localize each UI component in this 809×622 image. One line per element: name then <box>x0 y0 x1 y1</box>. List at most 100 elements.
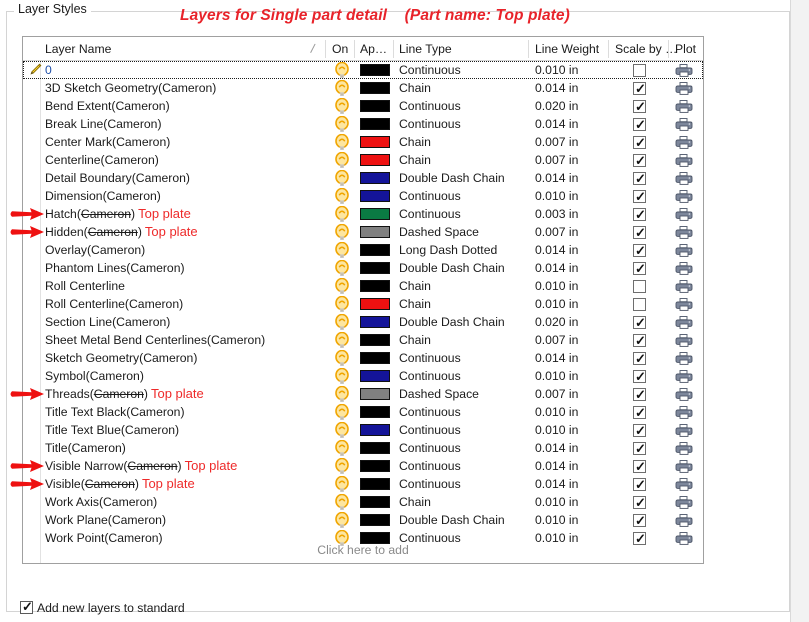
cell-line-type[interactable]: Continuous <box>399 115 461 133</box>
cell-layer-name[interactable]: Roll Centerline(Cameron) <box>45 295 183 313</box>
cell-appearance-color-swatch[interactable] <box>360 496 390 508</box>
cell-appearance-color-swatch[interactable] <box>360 154 390 166</box>
cell-plot-printer-icon[interactable] <box>675 476 693 492</box>
cell-plot-printer-icon[interactable] <box>675 206 693 222</box>
cell-plot-printer-icon[interactable] <box>675 242 693 258</box>
cell-appearance-color-swatch[interactable] <box>360 118 390 130</box>
cell-plot-printer-icon[interactable] <box>675 296 693 312</box>
cell-scale-by-checkbox[interactable]: ✓ <box>633 99 646 114</box>
table-row[interactable]: 3D Sketch Geometry(Cameron) Chain 0.014 in… <box>23 79 703 97</box>
cell-on-lightbulb-icon[interactable] <box>332 349 352 367</box>
cell-appearance-color-swatch[interactable] <box>360 316 390 328</box>
cell-plot-printer-icon[interactable] <box>675 116 693 132</box>
cell-plot-printer-icon[interactable] <box>675 224 693 240</box>
table-row[interactable]: Phantom Lines(Cameron) Double Dash Chain 0… <box>23 259 703 277</box>
cell-scale-by-checkbox[interactable]: ✓ <box>633 477 646 492</box>
cell-line-weight[interactable]: 0.007 in <box>535 331 578 349</box>
cell-plot-printer-icon[interactable] <box>675 332 693 348</box>
cell-layer-name[interactable]: Centerline(Cameron) <box>45 151 159 169</box>
cell-scale-by-checkbox[interactable]: ✓ <box>633 405 646 420</box>
cell-layer-name[interactable]: Dimension(Cameron) <box>45 187 161 205</box>
cell-line-weight[interactable]: 0.007 in <box>535 151 578 169</box>
cell-appearance-color-swatch[interactable] <box>360 406 390 418</box>
cell-line-type[interactable]: Continuous <box>399 457 461 475</box>
cell-layer-name[interactable]: Threads(Cameron) Top plate <box>45 385 204 403</box>
cell-scale-by-checkbox[interactable]: ✓ <box>633 351 646 366</box>
table-row[interactable]: 0 Continuous 0.010 in <box>23 61 703 79</box>
cell-scale-by-checkbox[interactable]: ✓ <box>633 459 646 474</box>
cell-layer-name[interactable]: Symbol(Cameron) <box>45 367 144 385</box>
cell-line-weight[interactable]: 0.010 in <box>535 295 578 313</box>
table-row[interactable]: Visible(Cameron) Top plate Continuous 0.014… <box>23 475 703 493</box>
cell-scale-by-checkbox[interactable] <box>633 64 646 77</box>
table-row[interactable]: Overlay(Cameron) Long Dash Dotted 0.014 in… <box>23 241 703 259</box>
cell-line-type[interactable]: Continuous <box>399 205 461 223</box>
cell-scale-by-checkbox[interactable]: ✓ <box>633 261 646 276</box>
add-layer-row[interactable]: Click here to add <box>23 541 703 559</box>
cell-line-type[interactable]: Continuous <box>399 367 461 385</box>
cell-line-weight[interactable]: 0.007 in <box>535 223 578 241</box>
cell-plot-printer-icon[interactable] <box>675 170 693 186</box>
cell-appearance-color-swatch[interactable] <box>360 280 390 292</box>
cell-line-type[interactable]: Continuous <box>399 421 461 439</box>
table-row[interactable]: Section Line(Cameron) Double Dash Chain 0.… <box>23 313 703 331</box>
cell-appearance-color-swatch[interactable] <box>360 460 390 472</box>
cell-line-weight[interactable]: 0.020 in <box>535 97 578 115</box>
cell-plot-printer-icon[interactable] <box>675 152 693 168</box>
cell-line-weight[interactable]: 0.010 in <box>535 493 578 511</box>
cell-on-lightbulb-icon[interactable] <box>332 241 352 259</box>
cell-line-type[interactable]: Continuous <box>399 439 461 457</box>
cell-line-weight[interactable]: 0.014 in <box>535 475 578 493</box>
cell-layer-name[interactable]: 0 <box>45 61 52 79</box>
cell-layer-name[interactable]: 3D Sketch Geometry(Cameron) <box>45 79 216 97</box>
cell-scale-by-checkbox[interactable]: ✓ <box>633 225 646 240</box>
cell-line-type[interactable]: Chain <box>399 331 431 349</box>
cell-scale-by-checkbox[interactable]: ✓ <box>633 171 646 186</box>
cell-layer-name[interactable]: Hidden(Cameron) Top plate <box>45 223 198 241</box>
cell-scale-by-checkbox[interactable]: ✓ <box>633 135 646 150</box>
cell-on-lightbulb-icon[interactable] <box>332 313 352 331</box>
cell-line-weight[interactable]: 0.014 in <box>535 259 578 277</box>
cell-layer-name[interactable]: Section Line(Cameron) <box>45 313 170 331</box>
cell-line-type[interactable]: Double Dash Chain <box>399 511 505 529</box>
cell-line-type[interactable]: Double Dash Chain <box>399 169 505 187</box>
cell-appearance-color-swatch[interactable] <box>360 370 390 382</box>
header-layer-name[interactable]: Layer Name <box>45 37 111 61</box>
cell-appearance-color-swatch[interactable] <box>360 244 390 256</box>
cell-scale-by-checkbox[interactable]: ✓ <box>633 153 646 168</box>
cell-appearance-color-swatch[interactable] <box>360 136 390 148</box>
cell-scale-by-checkbox[interactable]: ✓ <box>633 495 646 510</box>
cell-on-lightbulb-icon[interactable] <box>332 151 352 169</box>
cell-on-lightbulb-icon[interactable] <box>332 475 352 493</box>
cell-line-type[interactable]: Dashed Space <box>399 223 479 241</box>
cell-on-lightbulb-icon[interactable] <box>332 223 352 241</box>
cell-layer-name[interactable]: Detail Boundary(Cameron) <box>45 169 190 187</box>
cell-scale-by-checkbox[interactable]: ✓ <box>633 207 646 222</box>
table-row[interactable]: Threads(Cameron) Top plate Dashed Space 0.0… <box>23 385 703 403</box>
cell-line-type[interactable]: Chain <box>399 133 431 151</box>
cell-on-lightbulb-icon[interactable] <box>332 277 352 295</box>
cell-line-type[interactable]: Continuous <box>399 349 461 367</box>
cell-on-lightbulb-icon[interactable] <box>332 79 352 97</box>
cell-layer-name[interactable]: Title Text Black(Cameron) <box>45 403 185 421</box>
cell-on-lightbulb-icon[interactable] <box>332 385 352 403</box>
cell-line-weight[interactable]: 0.010 in <box>535 403 578 421</box>
cell-plot-printer-icon[interactable] <box>675 260 693 276</box>
table-row[interactable]: Visible Narrow(Cameron) Top plate Continuo… <box>23 457 703 475</box>
cell-line-type[interactable]: Continuous <box>399 97 461 115</box>
cell-appearance-color-swatch[interactable] <box>360 424 390 436</box>
cell-appearance-color-swatch[interactable] <box>360 388 390 400</box>
cell-appearance-color-swatch[interactable] <box>360 172 390 184</box>
header-on[interactable]: On <box>332 37 348 61</box>
cell-layer-name[interactable]: Break Line(Cameron) <box>45 115 162 133</box>
sort-indicator-icon[interactable]: / <box>309 41 316 56</box>
cell-scale-by-checkbox[interactable]: ✓ <box>633 513 646 528</box>
table-row[interactable]: Work Axis(Cameron) Chain 0.010 in ✓ <box>23 493 703 511</box>
cell-line-type[interactable]: Chain <box>399 277 431 295</box>
cell-line-type[interactable]: Chain <box>399 79 431 97</box>
cell-plot-printer-icon[interactable] <box>675 278 693 294</box>
cell-line-weight[interactable]: 0.010 in <box>535 277 578 295</box>
cell-line-weight[interactable]: 0.010 in <box>535 187 578 205</box>
table-row[interactable]: Hatch(Cameron) Top plate Continuous 0.003 i… <box>23 205 703 223</box>
cell-scale-by-checkbox[interactable]: ✓ <box>633 387 646 402</box>
